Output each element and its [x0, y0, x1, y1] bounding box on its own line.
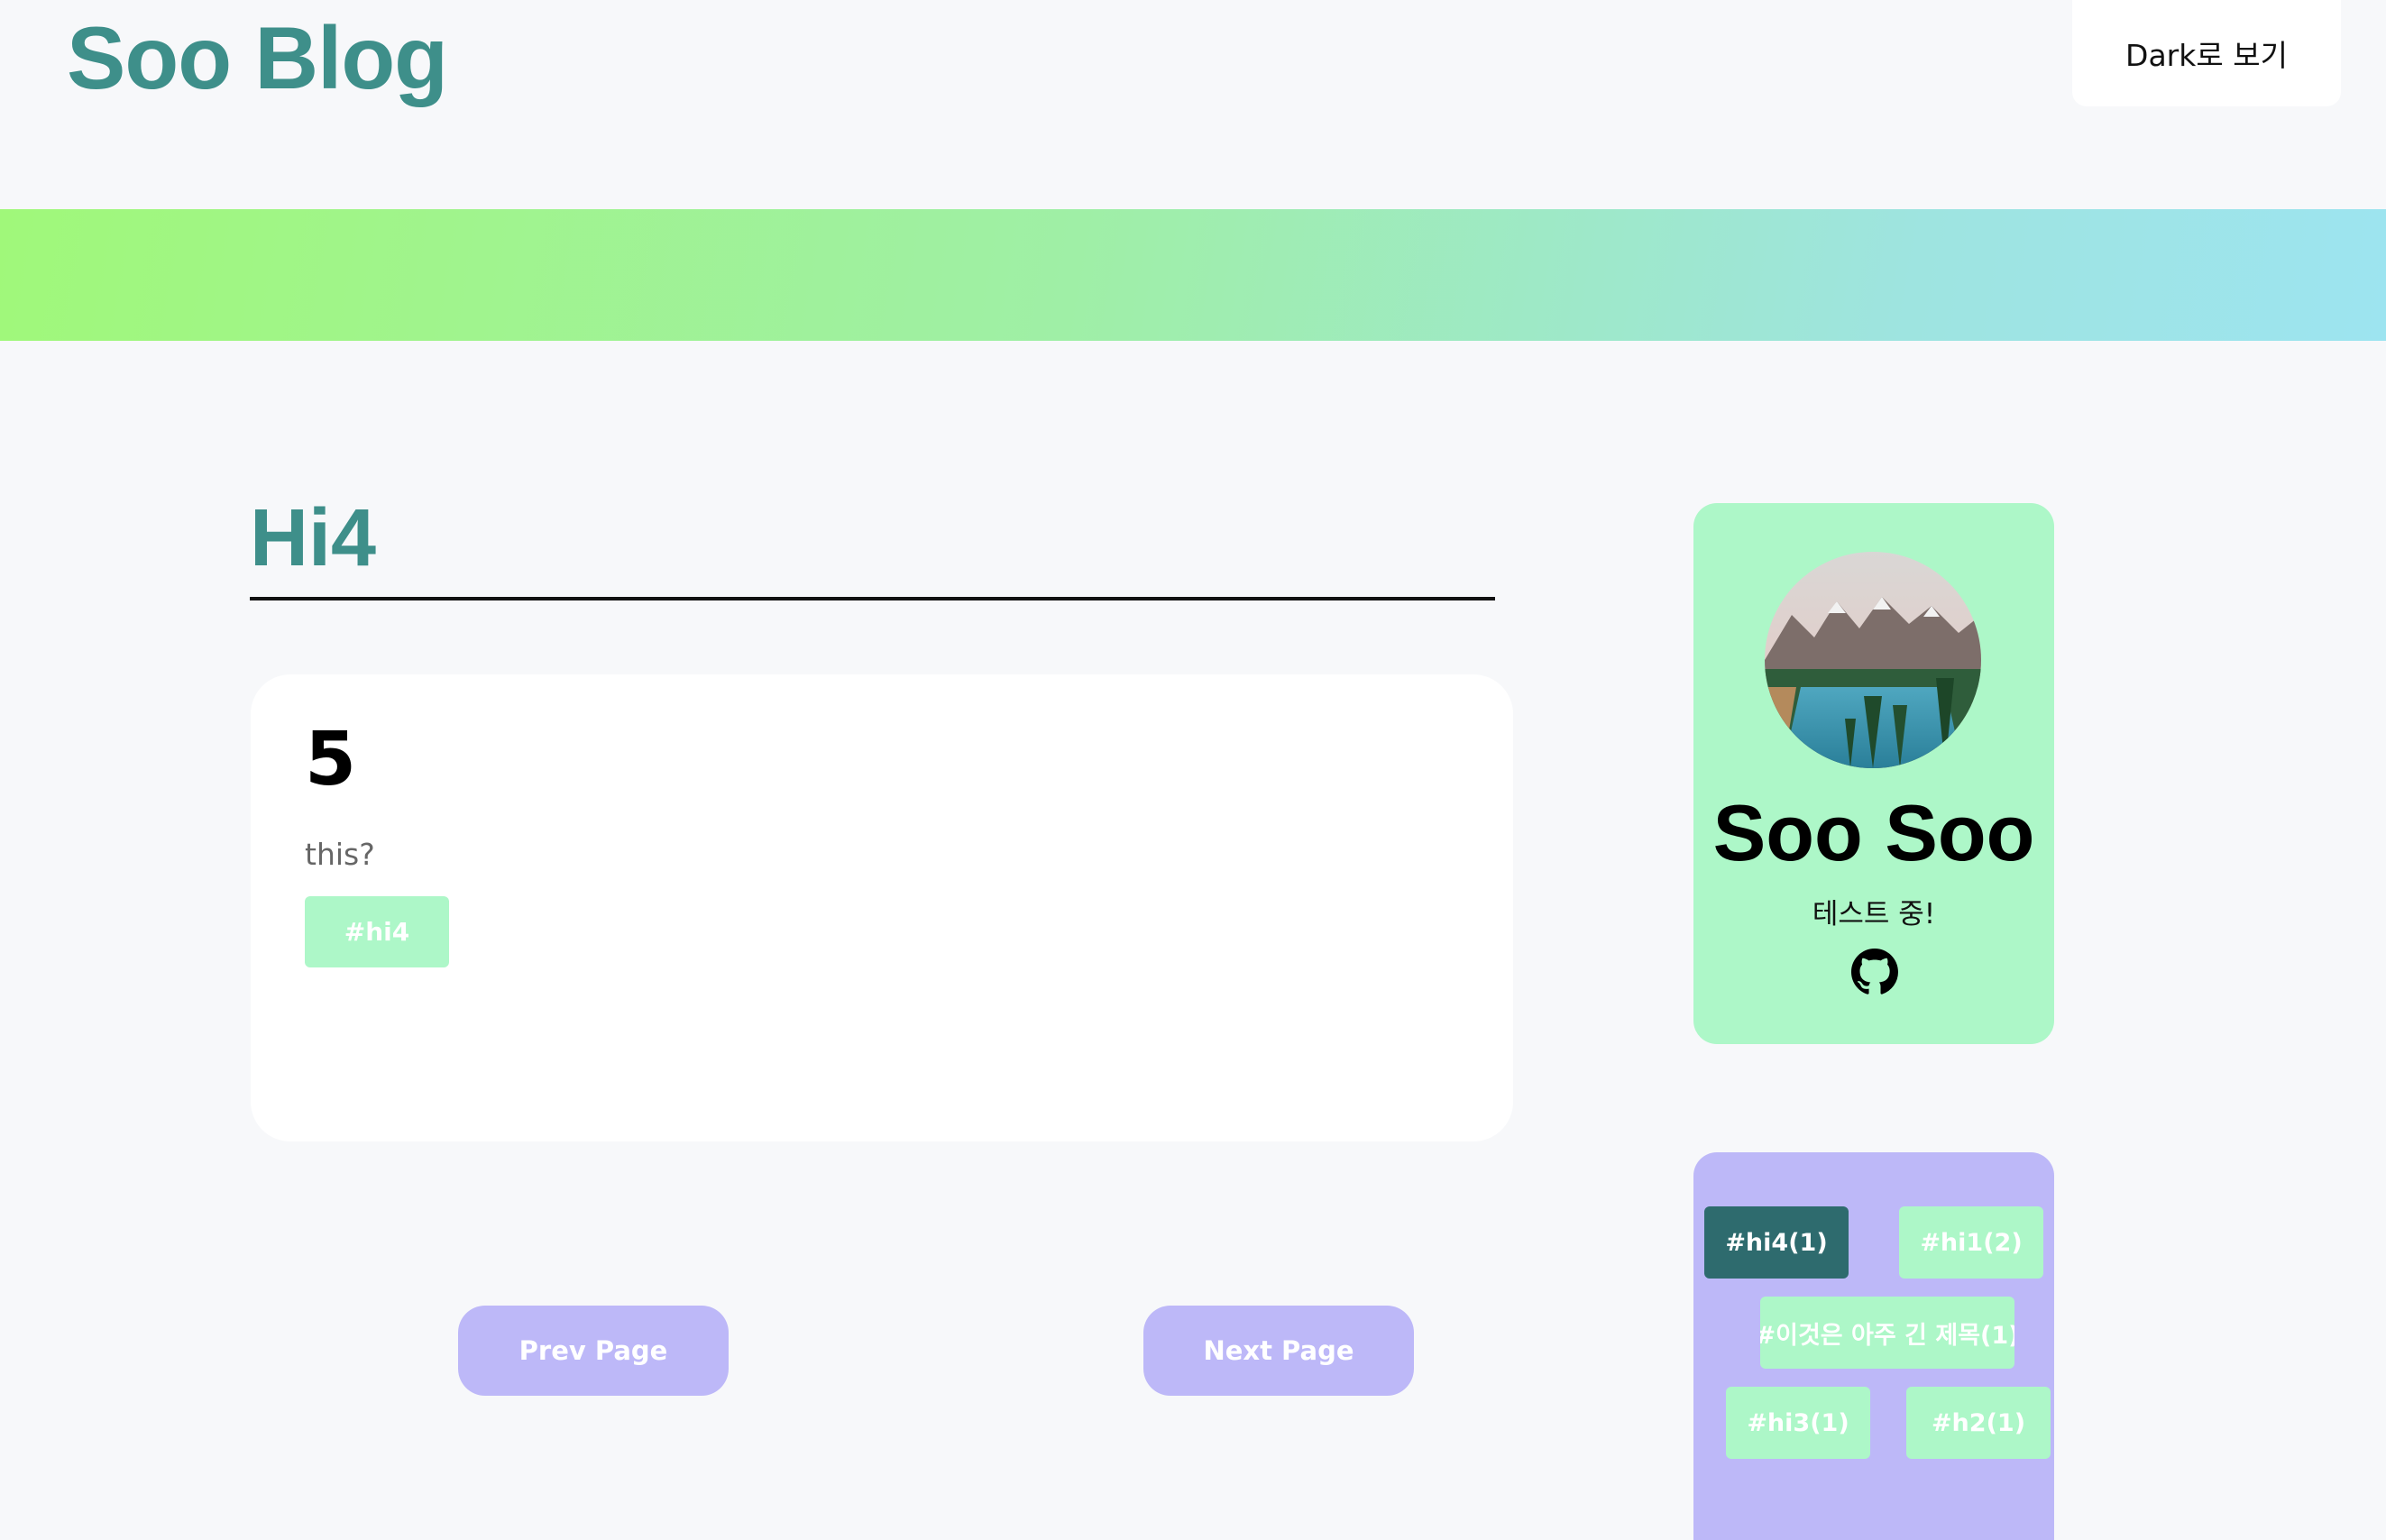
blog-page: Soo Blog Dark로 보기 Hi4 5 this? #hi4 Prev …: [0, 0, 2386, 1540]
tag-item-hi4[interactable]: #hi4(1): [1704, 1206, 1849, 1279]
mountain-lake-photo: [1765, 552, 1981, 768]
site-title[interactable]: Soo Blog: [67, 5, 448, 112]
tag-list: #hi4(1) #hi1(2) #이것은 아주 긴 제목(1) #hi3(1) …: [1693, 1152, 2054, 1540]
title-divider: [250, 597, 1495, 600]
category-title: Hi4: [250, 493, 377, 583]
avatar: [1765, 552, 1981, 768]
tag-item-h2[interactable]: #h2(1): [1906, 1387, 2051, 1459]
profile-name: Soo Soo: [1712, 788, 2035, 877]
tag-item-long-title[interactable]: #이것은 아주 긴 제목(1): [1760, 1297, 2014, 1369]
post-title[interactable]: 5: [305, 719, 356, 801]
github-icon[interactable]: [1851, 949, 1898, 995]
profile-card: Soo Soo 테스트 중!: [1693, 503, 2054, 1044]
tag-item-hi3[interactable]: #hi3(1): [1726, 1387, 1870, 1459]
post-tag[interactable]: #hi4: [305, 896, 449, 967]
post-summary: this?: [305, 837, 375, 872]
dark-mode-toggle-button[interactable]: Dark로 보기: [2072, 0, 2341, 106]
prev-page-button[interactable]: Prev Page: [458, 1306, 729, 1396]
gradient-banner: [0, 209, 2386, 341]
next-page-button[interactable]: Next Page: [1143, 1306, 1414, 1396]
tag-item-hi1[interactable]: #hi1(2): [1899, 1206, 2043, 1279]
profile-description: 테스트 중!: [1812, 898, 1936, 930]
post-card[interactable]: 5 this? #hi4: [251, 674, 1513, 1141]
